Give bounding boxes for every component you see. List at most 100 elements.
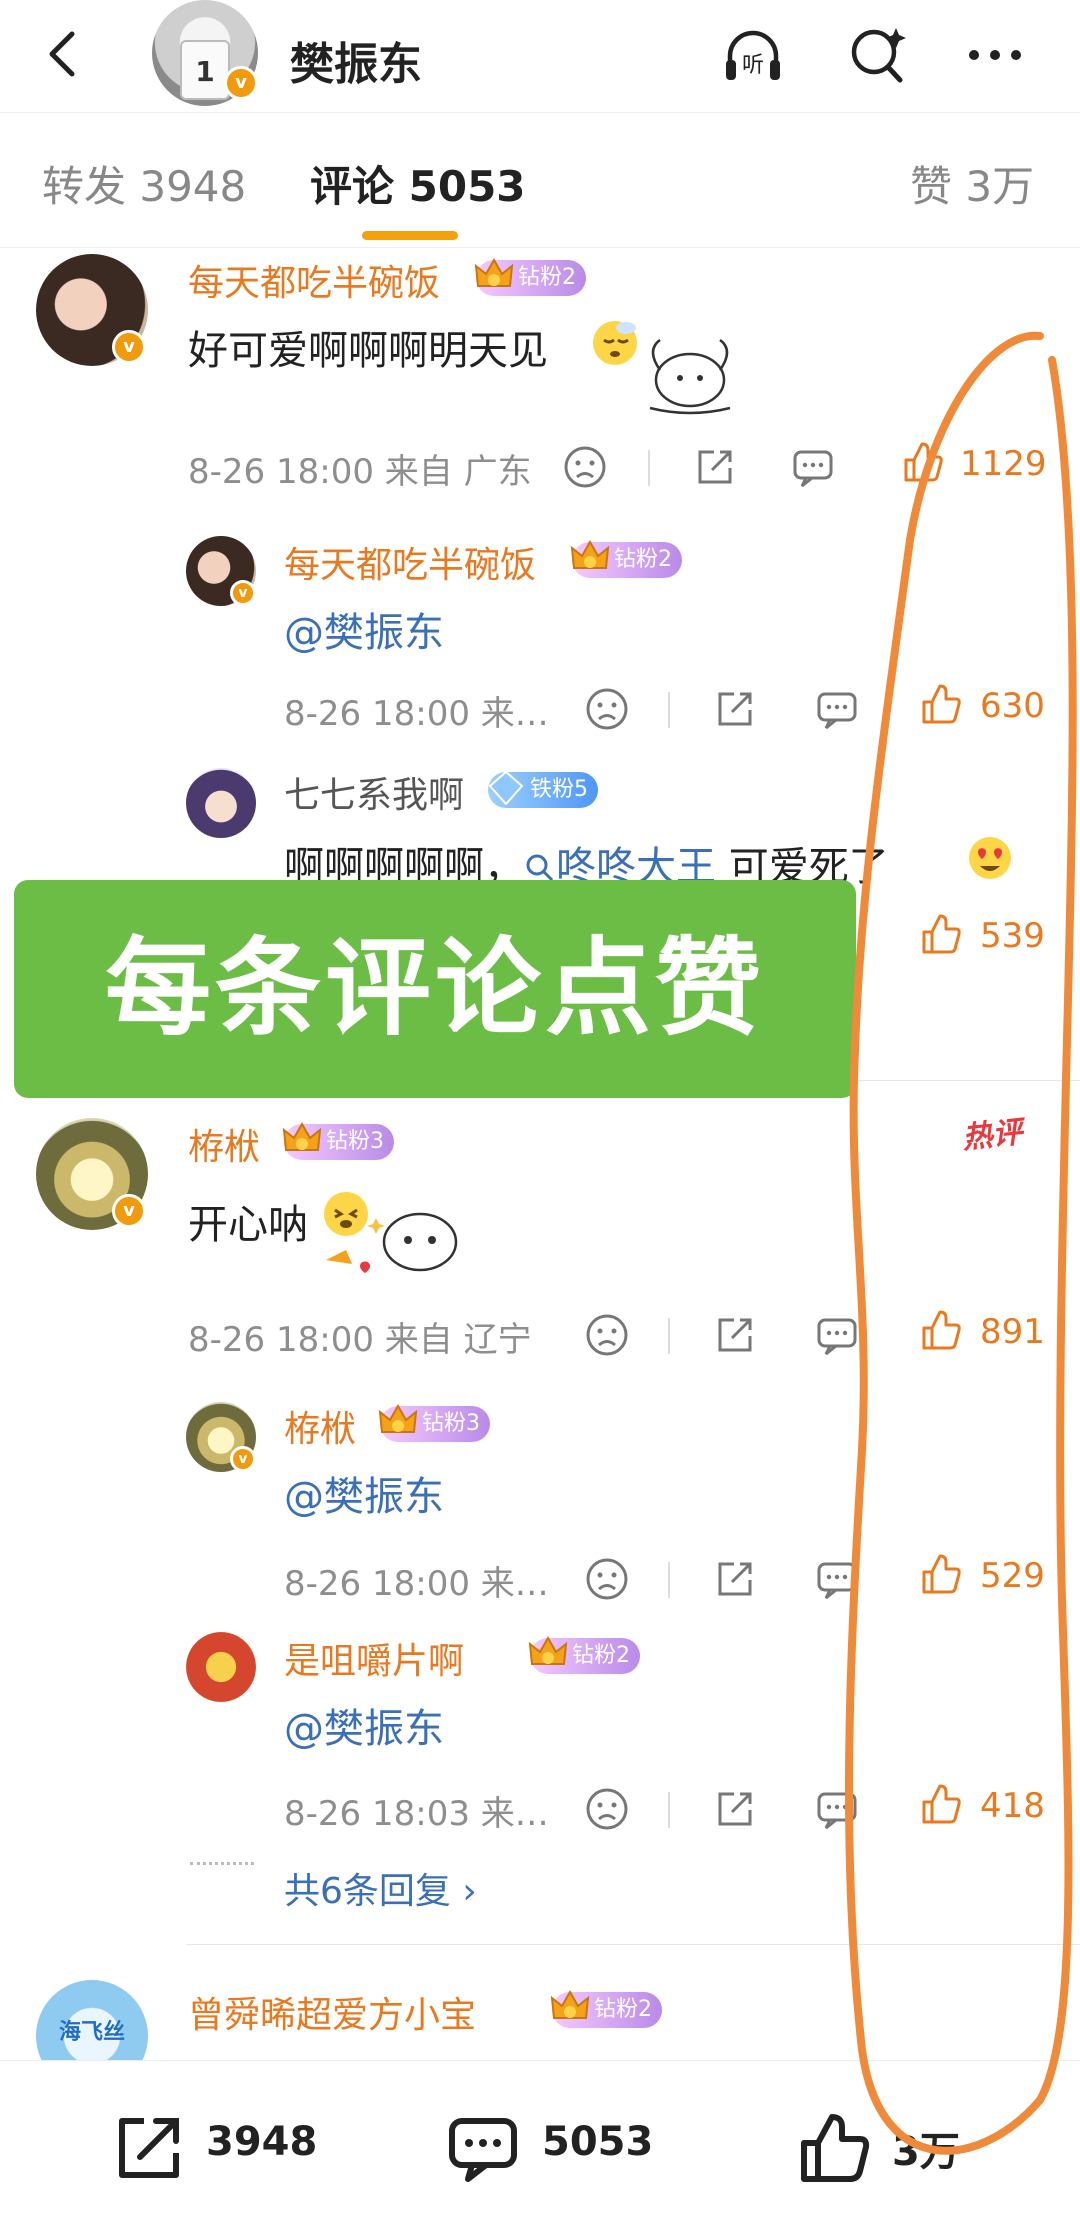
listen-headphones-icon[interactable]: 听: [720, 22, 786, 88]
share-icon[interactable]: [712, 686, 758, 732]
commenter-name[interactable]: 栫栿: [188, 1118, 260, 1170]
fan-level-badge: 钻粉2: [474, 257, 586, 296]
share-icon[interactable]: [692, 444, 738, 490]
reply-bubble-icon[interactable]: [814, 1786, 860, 1832]
fan-level-badge: 钻粉2: [550, 1989, 662, 2028]
fan-level-label: 铁粉5: [530, 777, 588, 802]
back-arrow-icon[interactable]: [36, 26, 92, 82]
dislike-face-icon[interactable]: [562, 444, 608, 490]
dislike-face-icon[interactable]: [584, 1556, 630, 1602]
reply-user-name[interactable]: 是咀嚼片啊: [284, 1632, 464, 1684]
like-thumb-icon[interactable]: [918, 1308, 962, 1352]
like-thumb-icon[interactable]: [900, 440, 944, 484]
like-thumb-icon[interactable]: [918, 682, 962, 726]
fan-level-badge: 钻粉2: [570, 539, 682, 578]
crown-icon: [570, 539, 610, 569]
crown-icon: [474, 257, 514, 287]
dislike-face-icon[interactable]: [584, 1312, 630, 1358]
reply-meta: 8-26 18:03 来…: [284, 1794, 549, 1834]
reply-bubble-icon[interactable]: [814, 1312, 860, 1358]
reply-user-name[interactable]: 栫栿: [284, 1400, 356, 1452]
heart-eyes-emoji-icon: [969, 837, 1011, 879]
top-bar: 1 v 樊振东 听: [0, 0, 1080, 112]
comment-meta: 8-26 18:00 来自 广东: [188, 452, 532, 492]
hot-comment-tag: 热评: [960, 1114, 1025, 1157]
crown-icon: [282, 1121, 322, 1151]
fan-level-badge: 钻粉3: [378, 1403, 490, 1442]
repost-count[interactable]: 3948: [206, 2119, 317, 2165]
like-icon[interactable]: [796, 2111, 870, 2185]
dotted-line: [190, 1862, 254, 1865]
verified-badge-icon: v: [112, 330, 146, 364]
more-replies-link[interactable]: 共6条回复 ›: [284, 1862, 477, 1914]
like-thumb-icon[interactable]: [918, 912, 962, 956]
repost-icon[interactable]: [110, 2111, 184, 2185]
fan-level-label: 钻粉2: [518, 265, 576, 290]
bottom-action-bar: 3948 5053 3万: [0, 2060, 1080, 2226]
commenter-name[interactable]: 曾舜晞超爱方小宝: [188, 1986, 476, 2038]
reply-avatar[interactable]: [186, 1632, 256, 1702]
like-count: 529: [980, 1556, 1045, 1596]
verified-badge-icon: v: [230, 580, 256, 606]
action-divider: [668, 1318, 670, 1354]
tab-comments[interactable]: 评论 5053: [310, 153, 526, 214]
page-title[interactable]: 樊振东: [290, 28, 422, 92]
comment-text-content: 好可爱啊啊啊明天见: [188, 328, 548, 374]
reply-text[interactable]: @樊振东: [284, 1464, 444, 1522]
comment-text: 好可爱啊啊啊明天见: [188, 318, 548, 376]
comment-meta: 8-26 18:00 来自 辽宁: [188, 1320, 532, 1360]
like-thumb-icon[interactable]: [918, 1782, 962, 1826]
avatar-brand-text: 海飞丝: [58, 2020, 125, 2045]
share-icon[interactable]: [712, 1556, 758, 1602]
diamond-icon: [488, 770, 524, 806]
search-sparkle-icon[interactable]: [846, 22, 912, 88]
reply-bubble-icon[interactable]: [790, 444, 836, 490]
fan-level-label: 钻粉2: [614, 547, 672, 572]
action-divider: [648, 450, 650, 486]
verified-badge-icon: v: [112, 1194, 146, 1228]
overlay-annotation-banner: 每条评论点赞: [14, 880, 856, 1098]
reply-text[interactable]: @樊振东: [284, 600, 444, 658]
action-divider: [668, 1562, 670, 1598]
comment-divider: [186, 1944, 1080, 1945]
dislike-face-icon[interactable]: [584, 686, 630, 732]
share-icon[interactable]: [712, 1312, 758, 1358]
verified-badge-icon: v: [224, 66, 258, 100]
tab-likes[interactable]: 赞 3万: [910, 153, 1034, 214]
like-count: 1129: [960, 444, 1047, 484]
reply-user-name[interactable]: 七七系我啊: [284, 766, 464, 818]
more-options-icon[interactable]: [962, 22, 1028, 88]
comment-count[interactable]: 5053: [542, 2119, 653, 2165]
like-count: 630: [980, 686, 1045, 726]
commenter-name[interactable]: 每天都吃半碗饭: [188, 254, 440, 306]
crown-icon: [550, 1989, 590, 2019]
like-count: 418: [980, 1786, 1045, 1826]
share-icon[interactable]: [712, 1786, 758, 1832]
reply-avatar[interactable]: [186, 768, 256, 838]
tab-active-indicator: [362, 231, 458, 240]
listen-label: 听: [742, 53, 764, 78]
comment-icon[interactable]: [446, 2111, 520, 2185]
comment-text: 开心呐: [188, 1202, 308, 1248]
avatar-jersey: 1: [180, 40, 230, 100]
action-divider: [668, 1792, 670, 1828]
action-divider: [668, 692, 670, 728]
fan-level-label: 钻粉2: [572, 1643, 630, 1668]
reply-bubble-icon[interactable]: [814, 1556, 860, 1602]
reply-text[interactable]: @樊振东: [284, 1696, 444, 1754]
tab-bar: 转发 3948 评论 5053 赞 3万: [0, 112, 1080, 248]
dislike-face-icon[interactable]: [584, 1786, 630, 1832]
dog-sticker-icon: [649, 338, 731, 415]
panda-sticker-icon: [326, 1212, 458, 1273]
like-count-total[interactable]: 3万: [892, 2119, 960, 2177]
like-count: 891: [980, 1312, 1045, 1352]
reply-bubble-icon[interactable]: [814, 686, 860, 732]
reply-user-name[interactable]: 每天都吃半碗饭: [284, 536, 536, 588]
verified-badge-icon: v: [230, 1446, 256, 1472]
reply-meta: 8-26 18:00 来…: [284, 694, 549, 734]
fan-level-badge: 铁粉5: [488, 770, 598, 808]
reply-meta: 8-26 18:00 来…: [284, 1564, 549, 1604]
like-thumb-icon[interactable]: [918, 1552, 962, 1596]
tab-repost[interactable]: 转发 3948: [42, 153, 246, 214]
fan-level-label: 钻粉2: [594, 1997, 652, 2022]
